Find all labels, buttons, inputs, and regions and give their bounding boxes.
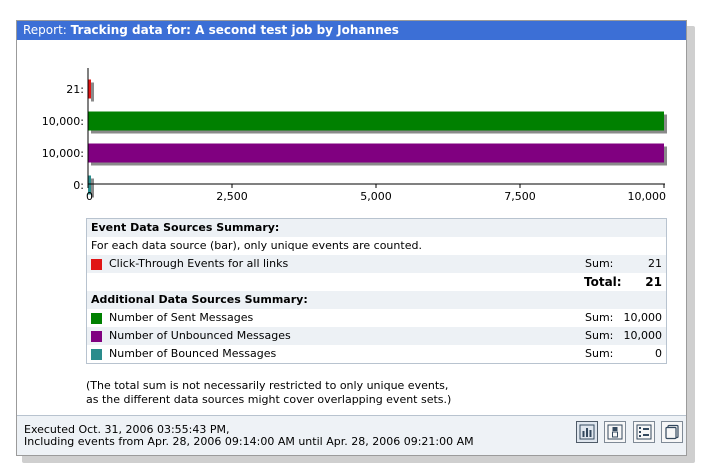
event-row-click-through: Click-Through Events for all links Sum: …	[87, 255, 666, 273]
bar-shadow	[91, 82, 94, 102]
additional-row-sent: Number of Sent Messages Sum: 10,000	[87, 309, 666, 327]
sum-value: 0	[655, 347, 662, 360]
y-tick-label: 21:	[66, 83, 84, 96]
view-mode-buttons	[573, 421, 683, 443]
color-swatch-green	[91, 313, 102, 324]
additional-summary-heading-row: Additional Data Sources Summary:	[87, 291, 666, 309]
additional-row-label: Number of Unbounced Messages	[109, 329, 291, 342]
report-title-prefix: Report:	[23, 23, 67, 37]
table-view-button[interactable]	[661, 421, 683, 443]
table-view-icon	[665, 424, 679, 440]
event-summary-heading-row: Event Data Sources Summary:	[87, 219, 666, 237]
bar-chart-view-button[interactable]	[575, 421, 598, 443]
x-tick-label: 7,500	[504, 190, 536, 203]
summary-table: Event Data Sources Summary: For each dat…	[86, 218, 667, 364]
bar	[88, 143, 664, 163]
x-tick-label: 2,500	[216, 190, 248, 203]
y-tick-label: 0:	[73, 179, 84, 192]
sum-disclaimer-line: as the different data sources might cove…	[86, 393, 452, 406]
y-tick-label: 10,000:	[42, 147, 84, 160]
x-tick-label: 0	[86, 190, 93, 203]
stacked-chart-icon	[607, 424, 623, 440]
sum-label: Sum:	[585, 329, 614, 342]
color-swatch-teal	[91, 349, 102, 360]
total-value: 21	[645, 275, 662, 289]
additional-row-unbounced: Number of Unbounced Messages Sum: 10,000	[87, 327, 666, 345]
line-chart-view-button[interactable]	[632, 421, 655, 443]
color-swatch-red	[91, 259, 102, 270]
bar-chart: 21: 10,000: 10,000: 0:0 2,500 5,000 7,500 10,00…	[42, 68, 667, 203]
report-title-bar: Report: Tracking data for: A second test…	[17, 21, 686, 40]
line-chart-icon	[636, 424, 651, 440]
event-time-range: Including events from Apr. 28, 2006 09:1…	[24, 435, 474, 448]
sum-disclaimer-line: (The total sum is not necessarily restri…	[86, 379, 449, 392]
sum-label: Sum:	[585, 347, 614, 360]
sum-label: Sum:	[585, 257, 614, 270]
additional-summary-heading: Additional Data Sources Summary:	[91, 293, 308, 306]
report-panel: Report: Tracking data for: A second test…	[16, 20, 687, 456]
x-tick-label: 10,000	[628, 190, 667, 203]
x-tick-label: 5,000	[360, 190, 392, 203]
bar-chart-icon	[579, 424, 594, 440]
event-row-label: Click-Through Events for all links	[109, 257, 289, 270]
sum-label: Sum:	[585, 311, 614, 324]
additional-row-label: Number of Bounced Messages	[109, 347, 277, 360]
event-summary-note: For each data source (bar), only unique …	[91, 239, 422, 252]
event-summary-heading: Event Data Sources Summary:	[91, 221, 280, 234]
sum-value: 10,000	[623, 311, 663, 324]
event-summary-note-row: For each data source (bar), only unique …	[87, 237, 666, 255]
bar	[88, 111, 664, 131]
color-swatch-purple	[91, 331, 102, 342]
execution-info: Executed Oct. 31, 2006 03:55:43 PM, Incl…	[24, 424, 474, 448]
report-title: Tracking data for: A second test job by …	[70, 23, 399, 37]
total-label: Total:	[584, 275, 622, 289]
additional-row-bounced: Number of Bounced Messages Sum: 0	[87, 345, 666, 363]
total-row: Total: 21	[87, 273, 666, 291]
report-footer: Executed Oct. 31, 2006 03:55:43 PM, Incl…	[17, 415, 686, 455]
additional-row-label: Number of Sent Messages	[109, 311, 254, 324]
sum-value: 21	[648, 257, 662, 270]
stacked-chart-view-button[interactable]	[604, 421, 626, 443]
sum-value: 10,000	[623, 329, 663, 342]
sum-disclaimer: (The total sum is not necessarily restri…	[86, 379, 451, 407]
y-tick-label: 10,000:	[42, 115, 84, 128]
